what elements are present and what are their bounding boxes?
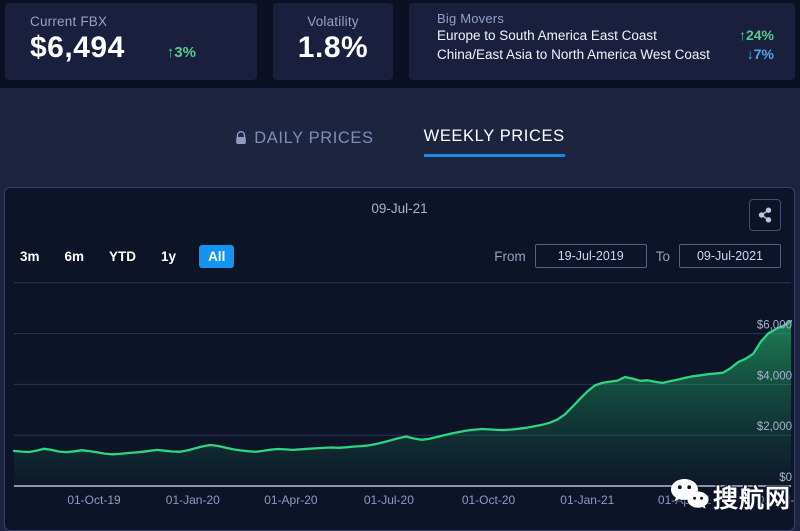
down-arrow-icon: ↓	[747, 46, 754, 62]
svg-text:$4,000: $4,000	[757, 370, 792, 382]
price-tabs: DAILY PRICES WEEKLY PRICES	[0, 127, 800, 157]
volatility-card: Volatility 1.8%	[273, 3, 393, 80]
svg-text:$6,000: $6,000	[757, 320, 792, 332]
volatility-value: 1.8%	[273, 31, 393, 65]
watermark-text: 搜航网	[713, 479, 791, 515]
big-mover-row: Europe to South America East Coast ↑24%	[437, 26, 774, 45]
chart-panel: 09-Jul-21 3m 6m YTD 1y All From 19-Jul-2…	[4, 187, 795, 531]
svg-text:01-Apr-20: 01-Apr-20	[264, 493, 318, 507]
current-fbx-card: Current FBX $6,494 ↑3%	[5, 3, 257, 80]
svg-text:01-Oct-19: 01-Oct-19	[67, 493, 121, 507]
svg-text:01-Jan-20: 01-Jan-20	[166, 493, 220, 507]
mover-change: ↑24%	[739, 26, 774, 45]
svg-text:$2,000: $2,000	[757, 421, 792, 433]
mover-route: China/East Asia to North America West Co…	[437, 45, 710, 64]
svg-text:01-Jul-20: 01-Jul-20	[364, 493, 414, 507]
big-movers-card: Big Movers Europe to South America East …	[409, 3, 795, 80]
current-fbx-change: ↑3%	[167, 44, 196, 61]
current-fbx-value: $6,494	[30, 31, 125, 65]
mover-change: ↓7%	[747, 45, 774, 64]
up-arrow-icon: ↑	[739, 27, 746, 43]
tab-label: WEEKLY PRICES	[424, 127, 565, 146]
lock-icon	[235, 131, 247, 145]
big-movers-label: Big Movers	[437, 11, 774, 26]
svg-text:01-Jan-21: 01-Jan-21	[560, 493, 614, 507]
svg-text:01-Oct-20: 01-Oct-20	[462, 493, 516, 507]
watermark: 搜航网	[669, 477, 791, 516]
tab-daily-prices[interactable]: DAILY PRICES	[235, 127, 373, 157]
wechat-logo-icon	[669, 477, 709, 516]
mover-route: Europe to South America East Coast	[437, 26, 657, 45]
big-mover-row: China/East Asia to North America West Co…	[437, 45, 774, 64]
chart-series	[14, 321, 791, 486]
tab-weekly-prices[interactable]: WEEKLY PRICES	[424, 127, 565, 157]
volatility-label: Volatility	[273, 14, 393, 29]
current-fbx-label: Current FBX	[30, 14, 257, 29]
tab-label: DAILY PRICES	[254, 129, 373, 148]
